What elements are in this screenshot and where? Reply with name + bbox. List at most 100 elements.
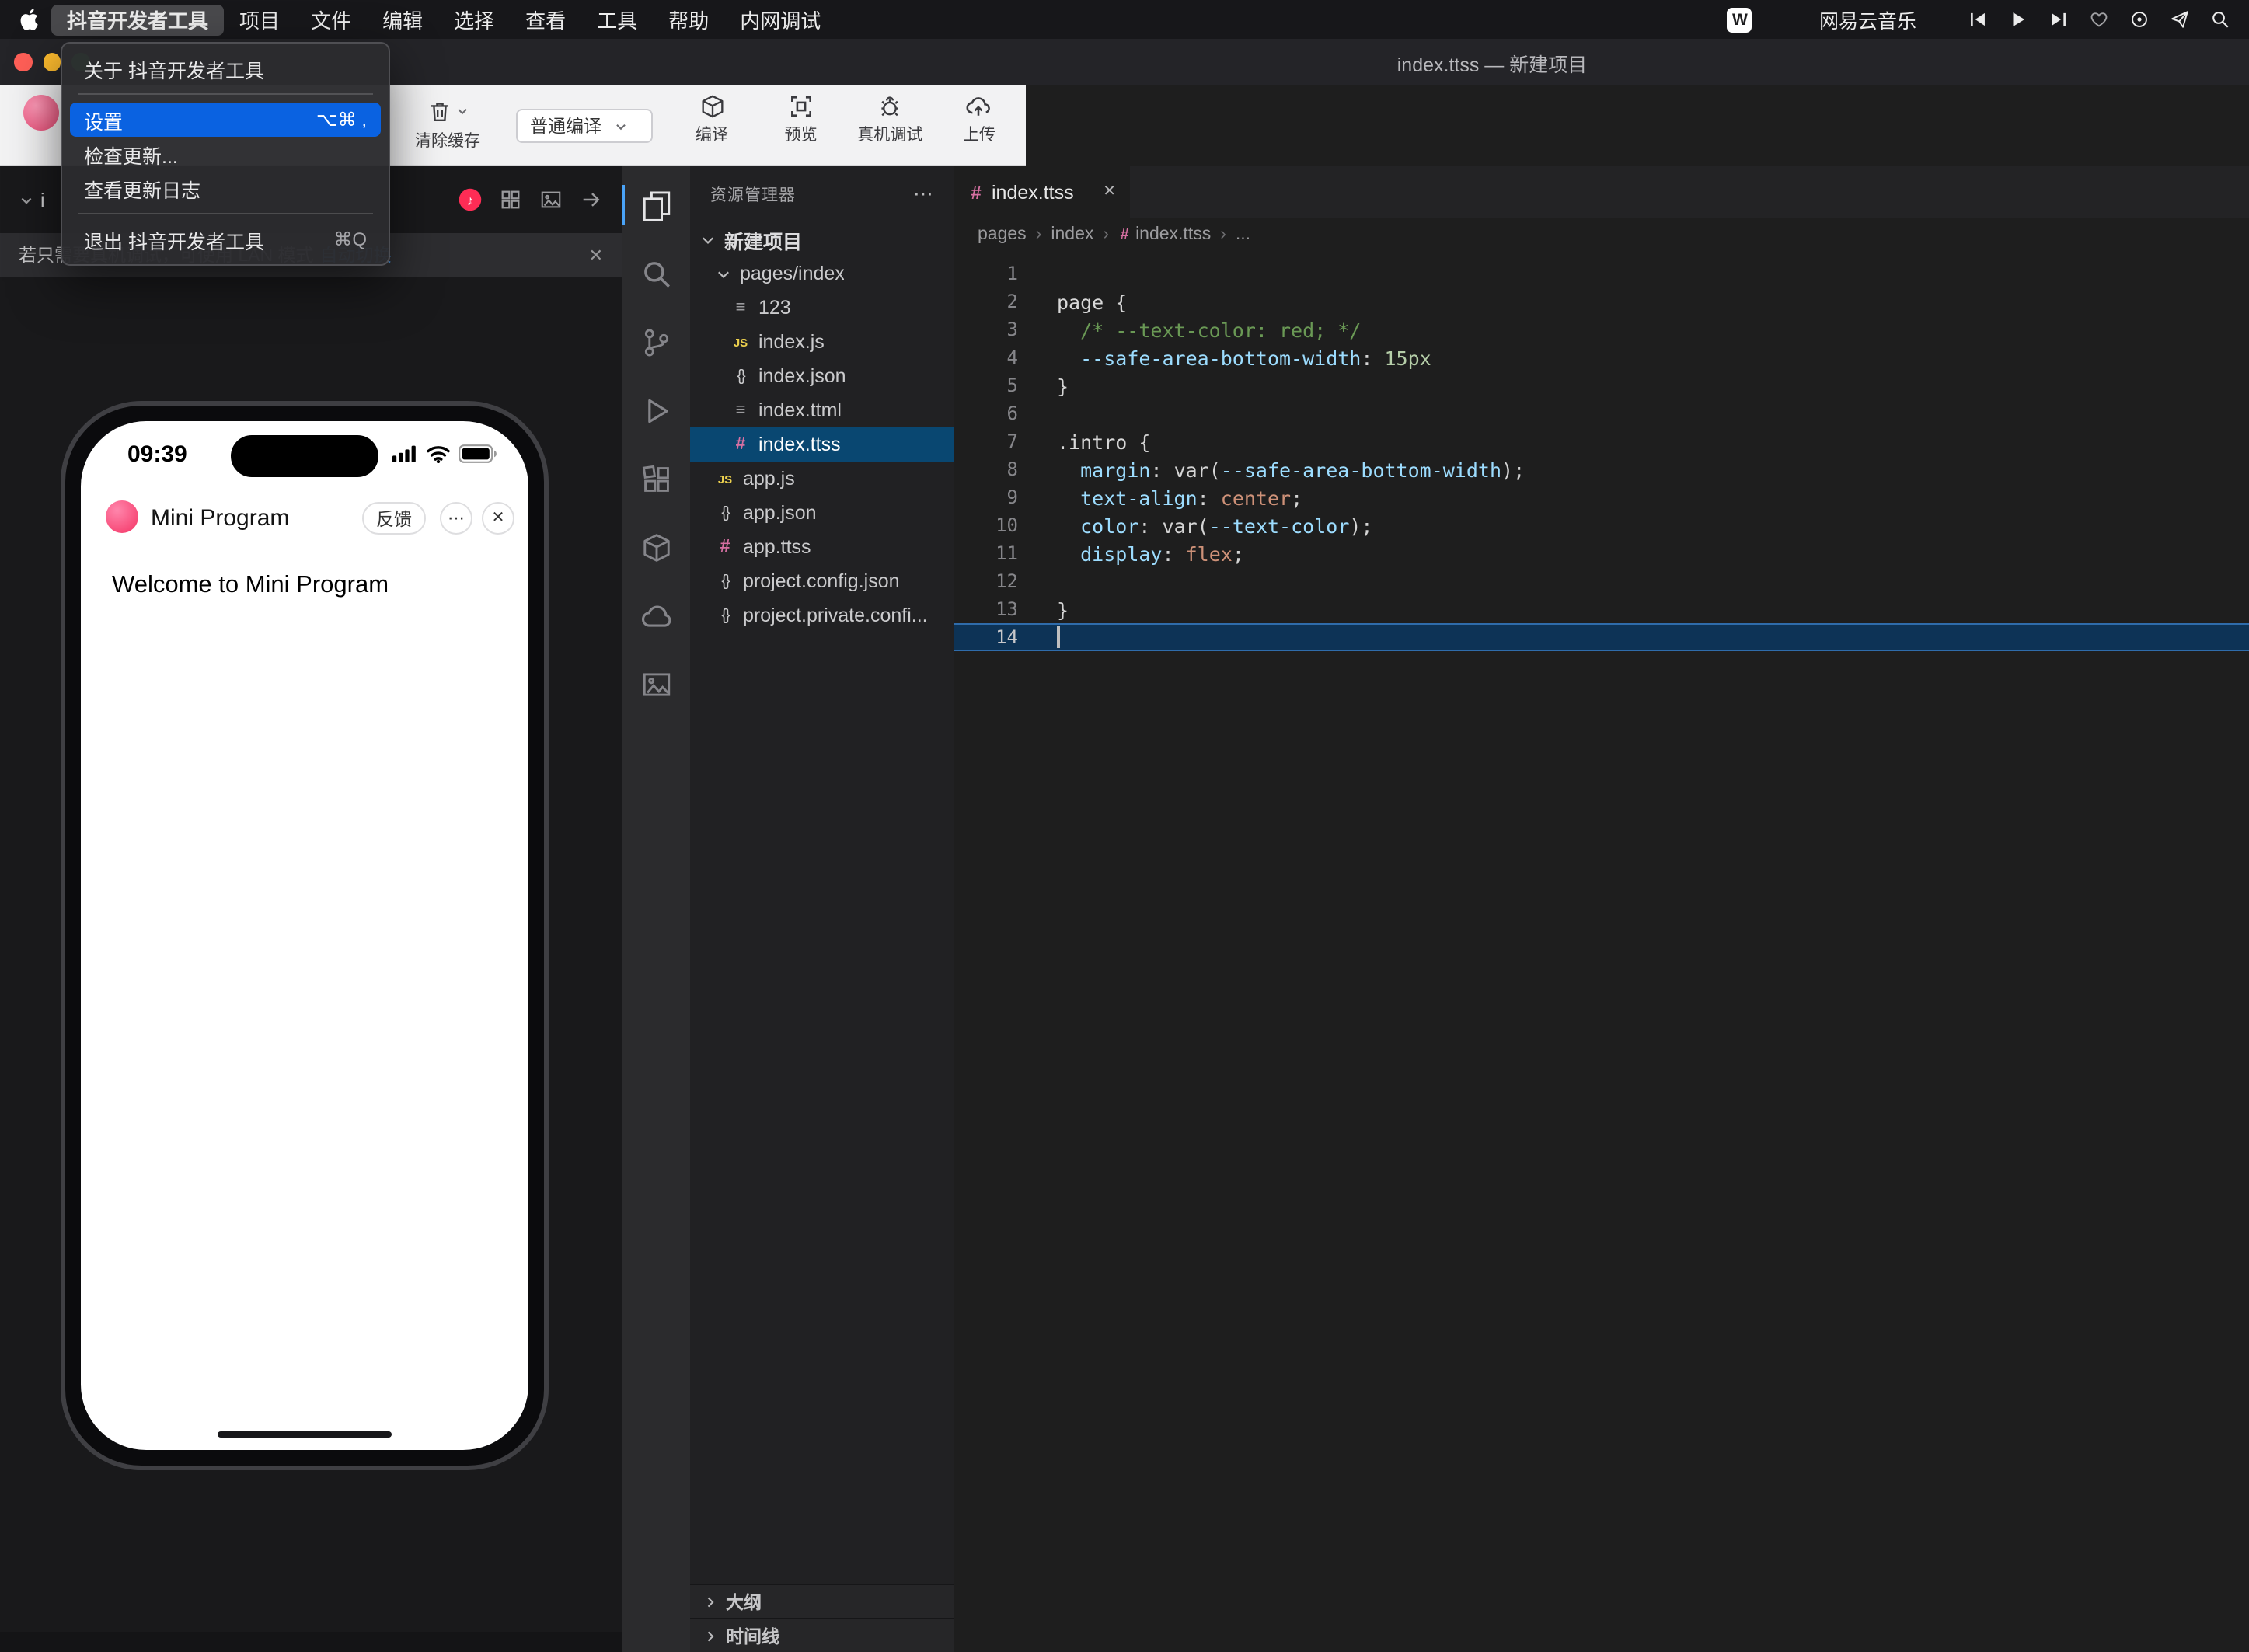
device-selector[interactable]: i (40, 189, 45, 211)
file-123[interactable]: ≡123 (690, 291, 954, 325)
code-line-3[interactable]: 3 /* --text-color: red; */ (954, 315, 2249, 343)
home-indicator[interactable] (218, 1431, 392, 1438)
code-line-2[interactable]: 2page { (954, 288, 2249, 315)
file-index.js[interactable]: JSindex.js (690, 325, 954, 359)
folder-pages/index[interactable]: pages/index (690, 256, 954, 291)
apple-menu-icon[interactable] (19, 8, 42, 31)
minimize-window-button[interactable] (43, 54, 61, 71)
more-button[interactable]: ⋯ (440, 502, 472, 535)
file-project.private.confi...[interactable]: {}project.private.confi... (690, 598, 954, 633)
activity-preview-icon[interactable] (622, 650, 690, 718)
menubar-menu-9[interactable]: 内网调试 (724, 4, 836, 35)
breadcrumb-pages[interactable]: pages (978, 225, 1027, 244)
menubar-menu-8[interactable]: 帮助 (653, 4, 724, 35)
clear-cache-button[interactable]: 清除缓存 (396, 95, 499, 152)
more-actions-icon[interactable]: ⋯ (913, 182, 934, 207)
activity-cloud-icon[interactable] (622, 581, 690, 650)
status-icons (392, 444, 497, 463)
compile-mode-select[interactable]: 普通编译 (516, 109, 653, 143)
breadcrumb-...[interactable]: ... (1236, 225, 1250, 244)
file-index.ttss[interactable]: #index.ttss (690, 427, 954, 462)
code-editor[interactable]: 12page {3 /* --text-color: red; */4 --sa… (954, 252, 2249, 1652)
skip-forward-icon[interactable] (2049, 9, 2069, 30)
section-大纲[interactable]: 大纲 (690, 1584, 954, 1618)
paper-plane-icon[interactable] (2170, 9, 2190, 30)
record-icon[interactable] (2129, 9, 2150, 30)
arrow-right-icon[interactable] (580, 188, 603, 211)
heart-icon[interactable] (2089, 9, 2109, 30)
code-line-6[interactable]: 6 (954, 399, 2249, 427)
close-window-button[interactable] (14, 54, 32, 71)
chevron-right-icon (703, 1594, 718, 1609)
activity-search-icon[interactable] (622, 239, 690, 308)
menu-item-检查更新...[interactable]: 检查更新... (70, 137, 381, 171)
toolbar-action-真机调试[interactable]: 真机调试 (846, 93, 933, 146)
code-line-10[interactable]: 10 color: var(--text-color); (954, 511, 2249, 539)
file-app.ttss[interactable]: #app.ttss (690, 530, 954, 564)
menubar-menu-4[interactable]: 编辑 (367, 4, 438, 35)
breadcrumb: pages›index›#index.ttss›... (954, 218, 2249, 252)
menu-item-关于 抖音开发者工具[interactable]: 关于 抖音开发者工具 (70, 51, 381, 85)
file-index.ttml[interactable]: ≡index.ttml (690, 393, 954, 427)
status-badge[interactable]: W (1728, 7, 1752, 32)
file-app.js[interactable]: JSapp.js (690, 462, 954, 496)
close-miniprogram-button[interactable]: ✕ (482, 502, 514, 535)
menu-item-查看更新日志[interactable]: 查看更新日志 (70, 171, 381, 205)
toolbar-action-上传[interactable]: 上传 (936, 93, 1023, 146)
toolbar-action-预览[interactable]: 预览 (758, 93, 845, 146)
menubar-menu-2[interactable]: 项目 (224, 4, 295, 35)
close-icon[interactable]: ✕ (589, 245, 603, 265)
menu-item-label: 检查更新... (84, 139, 178, 169)
activity-debug-icon[interactable] (622, 376, 690, 444)
folder-新建项目[interactable]: 新建项目 (690, 222, 954, 256)
upload-icon (966, 93, 992, 120)
douyin-icon[interactable]: ♪ (459, 188, 482, 211)
menubar-menu-7[interactable]: 工具 (581, 4, 653, 35)
feedback-button[interactable]: 反馈 (362, 502, 426, 535)
section-时间线[interactable]: 时间线 (690, 1618, 954, 1652)
code-line-14[interactable]: 14 (954, 623, 2249, 651)
code-line-4[interactable]: 4 --safe-area-bottom-width: 15px (954, 343, 2249, 371)
file-index.json[interactable]: {}index.json (690, 359, 954, 393)
file-label: project.config.json (743, 570, 900, 592)
line-text: page { (1057, 290, 1127, 313)
search-icon[interactable] (2210, 9, 2230, 30)
line-text: .intro { (1057, 430, 1150, 453)
breadcrumb-index.ttss[interactable]: #index.ttss (1118, 225, 1211, 244)
activity-package-icon[interactable] (622, 513, 690, 581)
user-avatar[interactable] (23, 95, 59, 131)
code-line-7[interactable]: 7.intro { (954, 427, 2249, 455)
code-line-11[interactable]: 11 display: flex; (954, 539, 2249, 567)
menubar-menu-5[interactable]: 选择 (438, 4, 510, 35)
play-icon[interactable] (2008, 9, 2028, 30)
code-line-5[interactable]: 5} (954, 371, 2249, 399)
activity-extensions-icon[interactable] (622, 444, 690, 513)
toolbar-action-编译[interactable]: 编译 (668, 93, 755, 146)
file-project.config.json[interactable]: {}project.config.json (690, 564, 954, 598)
skip-back-icon[interactable] (1968, 9, 1988, 30)
code-line-8[interactable]: 8 margin: var(--safe-area-bottom-width); (954, 455, 2249, 483)
code-line-12[interactable]: 12 (954, 567, 2249, 595)
file-app.json[interactable]: {}app.json (690, 496, 954, 530)
chevron-down-icon (455, 104, 469, 118)
code-line-1[interactable]: 1 (954, 260, 2249, 288)
toolbar-dark-area (1026, 85, 2249, 166)
code-line-9[interactable]: 9 text-align: center; (954, 483, 2249, 511)
breadcrumb-index[interactable]: index (1051, 225, 1093, 244)
breadcrumb-label: pages (978, 225, 1027, 244)
menu-item-退出 抖音开发者工具[interactable]: 退出 抖音开发者工具⌘Q (70, 222, 381, 256)
line-text: display: flex; (1057, 542, 1244, 565)
tab-index-ttss[interactable]: # index.ttss ✕ (954, 166, 1131, 218)
menubar-menu-1[interactable]: 抖音开发者工具 (51, 4, 224, 35)
braces-file-icon: {} (730, 368, 751, 385)
chevron-down-icon (699, 231, 717, 248)
code-line-13[interactable]: 13} (954, 595, 2249, 623)
menubar-menu-3[interactable]: 文件 (295, 4, 367, 35)
image-icon[interactable] (539, 188, 563, 211)
activity-files-icon[interactable] (622, 171, 690, 239)
grid-icon[interactable] (499, 188, 522, 211)
menu-item-设置[interactable]: 设置⌥⌘ , (70, 103, 381, 137)
close-tab-icon[interactable]: ✕ (1103, 183, 1116, 200)
menubar-menu-6[interactable]: 查看 (510, 4, 581, 35)
activity-source-control-icon[interactable] (622, 308, 690, 376)
